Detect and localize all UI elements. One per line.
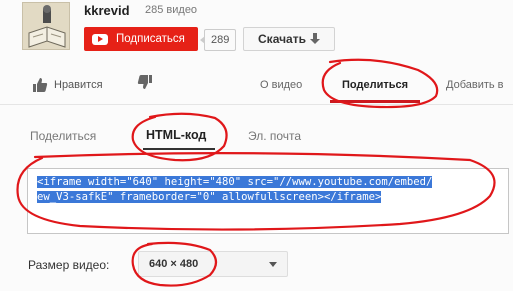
video-size-label: Размер видео:: [28, 258, 110, 272]
channel-avatar[interactable]: [22, 2, 70, 50]
download-label: Скачать: [258, 32, 306, 46]
divider: [0, 104, 513, 105]
thumbs-down-icon[interactable]: [137, 74, 153, 95]
like-label[interactable]: Нравится: [54, 79, 103, 91]
subscribe-label: Подписаться: [116, 33, 185, 45]
active-subtab-indicator: [143, 148, 215, 150]
embed-code-text[interactable]: <iframe width="640" height="480" src="//…: [37, 175, 497, 205]
subscribe-button[interactable]: Подписаться: [84, 27, 198, 51]
youtube-logo-icon: [92, 33, 108, 45]
video-count: 285 видео: [145, 4, 198, 16]
subtab-html-code[interactable]: HTML-код: [146, 128, 206, 142]
embed-code-line-2: ew_V3-safkE" frameborder="0" allowfullsc…: [37, 191, 382, 203]
subtab-share-link[interactable]: Поделиться: [30, 129, 96, 143]
download-arrow-icon: [309, 33, 320, 45]
download-button[interactable]: Скачать: [243, 27, 335, 51]
active-tab-indicator: [330, 100, 420, 103]
video-size-select[interactable]: 640 × 480: [138, 251, 288, 277]
tab-share[interactable]: Поделиться: [342, 79, 408, 91]
subtab-email[interactable]: Эл. почта: [248, 129, 301, 143]
chevron-down-icon: [269, 262, 277, 267]
subscriber-count: 289: [199, 29, 237, 51]
tab-about-video[interactable]: О видео: [260, 79, 302, 91]
tab-add-to[interactable]: Добавить в: [446, 79, 504, 91]
video-size-value: 640 × 480: [149, 258, 199, 270]
thumbs-up-icon[interactable]: [32, 77, 48, 98]
channel-name[interactable]: kkrevid: [84, 3, 130, 18]
embed-code-line-1: <iframe width="640" height="480" src="//…: [37, 176, 433, 188]
